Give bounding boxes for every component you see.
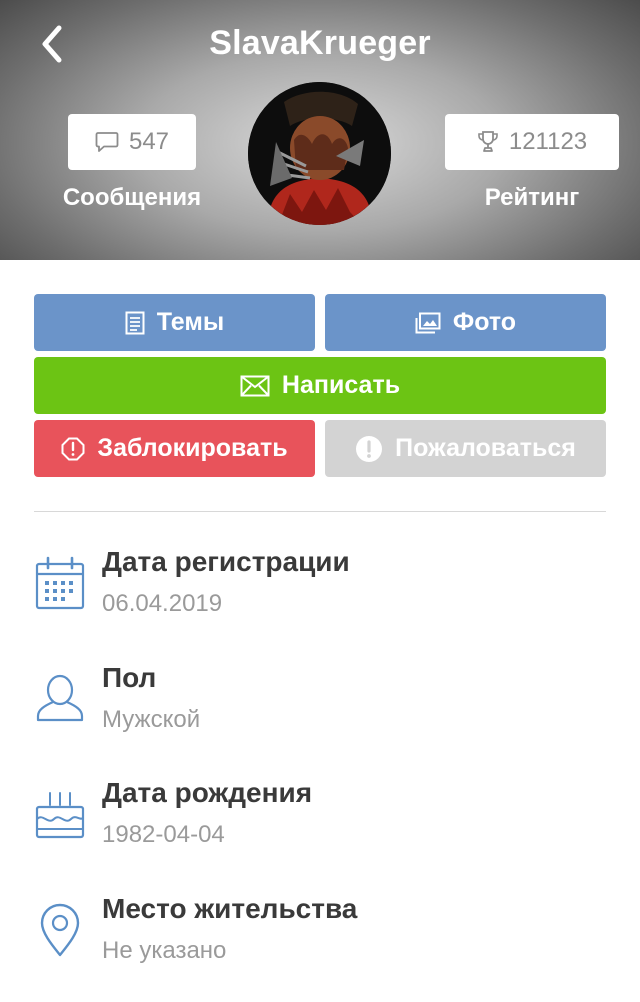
rating-label: Рейтинг [452,184,612,212]
write-message-label: Написать [282,371,400,400]
info-title: Пол [102,662,156,694]
user-icon [34,670,86,728]
profile-header: SlavaKrueger 547 Сообщения 121123 Рейтин… [0,0,640,260]
info-title: Место жительства [102,893,357,925]
photo-icon [415,312,441,334]
info-title: Дата регистрации [102,546,350,578]
photo-button[interactable]: Фото [325,294,606,351]
topics-button-label: Темы [157,308,224,337]
info-value: 1982-04-04 [102,821,225,849]
messages-label: Сообщения [52,184,212,212]
profile-username: SlavaKrueger [0,24,640,63]
location-pin-icon [34,901,86,959]
write-message-button[interactable]: Написать [34,357,606,414]
report-button-label: Пожаловаться [395,434,576,463]
info-gender: Пол Мужской [34,656,606,772]
trophy-icon [477,130,499,154]
messages-count-box[interactable]: 547 [68,114,196,170]
info-value: Не указано [102,937,226,965]
block-button-label: Заблокировать [97,434,287,463]
rating-value: 121123 [509,128,587,156]
divider [34,511,606,512]
block-button[interactable]: Заблокировать [34,420,315,477]
profile-info-list: Дата регистрации 06.04.2019 Пол Мужской … [34,540,606,1002]
block-icon [61,437,85,461]
speech-bubble-icon [95,131,119,153]
exclamation-circle-icon [355,435,383,463]
messages-count: 547 [129,128,169,156]
info-value: 06.04.2019 [102,590,222,618]
envelope-icon [240,375,270,397]
cake-icon [34,785,86,843]
avatar[interactable] [248,82,391,225]
rating-box[interactable]: 121123 [445,114,619,170]
info-location: Место жительства Не указано [34,887,606,1002]
calendar-icon [34,554,86,612]
photo-button-label: Фото [453,308,516,337]
info-value: Мужской [102,706,200,734]
info-title: Дата рождения [102,777,312,809]
report-button[interactable]: Пожаловаться [325,420,606,477]
document-icon [125,311,145,335]
info-birth-date: Дата рождения 1982-04-04 [34,771,606,887]
topics-button[interactable]: Темы [34,294,315,351]
info-registration-date: Дата регистрации 06.04.2019 [34,540,606,656]
profile-actions: Темы Фото Написать Заблоки [34,294,606,483]
